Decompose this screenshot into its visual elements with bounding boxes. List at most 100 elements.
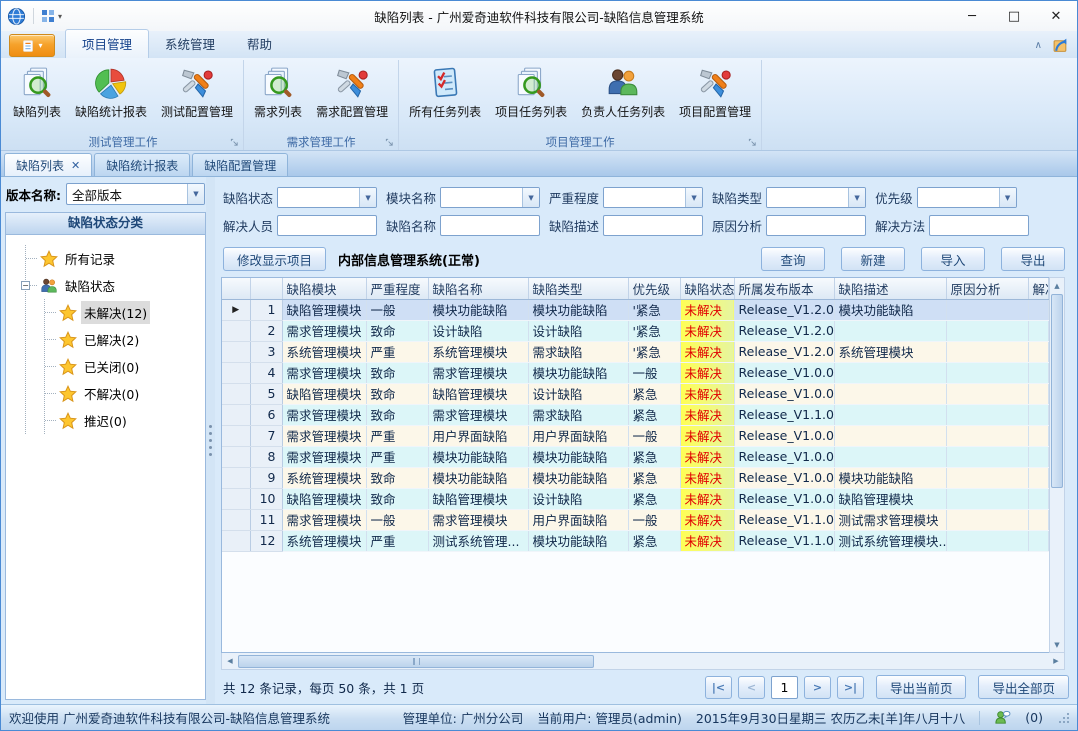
defect-description-filter-input[interactable]: [603, 215, 703, 236]
test-config-management-button[interactable]: 测试配置管理: [154, 63, 240, 121]
table-row[interactable]: 3系统管理模块严重系统管理模块需求缺陷'紧急未解决Release_V1.2.0系…: [222, 341, 1048, 362]
defect-status-filter-value[interactable]: [278, 188, 359, 207]
document-tab-defect-config-management[interactable]: 缺陷配置管理: [192, 153, 288, 176]
scroll-down-icon[interactable]: ▼: [1050, 637, 1064, 652]
document-tab-defect-stats-report[interactable]: 缺陷统计报表: [94, 153, 190, 176]
version-dropdown-button[interactable]: ▼: [187, 184, 204, 204]
module-name-filter-combo[interactable]: ▼: [440, 187, 540, 208]
column-header-defect-name[interactable]: 缺陷名称: [428, 278, 528, 299]
tree-item-postponed[interactable]: 推迟(0): [45, 407, 201, 434]
column-header-priority[interactable]: 优先级: [628, 278, 680, 299]
tree-item-all-records[interactable]: 所有记录: [26, 245, 201, 272]
export-current-page-button[interactable]: 导出当前页: [876, 675, 967, 699]
module-name-dropdown-button[interactable]: ▼: [522, 188, 539, 207]
resize-grip[interactable]: [1059, 713, 1069, 723]
vertical-scroll-thumb[interactable]: [1051, 294, 1063, 488]
quick-access-toolbar-button[interactable]: ▾: [41, 9, 62, 23]
table-row[interactable]: ▶1缺陷管理模块一般模块功能缺陷模块功能缺陷'紧急未解决Release_V1.2…: [222, 299, 1048, 320]
table-row[interactable]: 7需求管理模块严重用户界面缺陷用户界面缺陷一般未解决Release_V1.0.0: [222, 425, 1048, 446]
priority-filter-combo[interactable]: ▼: [917, 187, 1017, 208]
collapse-icon[interactable]: −: [21, 281, 30, 290]
resolver-filter-input[interactable]: [277, 215, 377, 236]
modify-display-items-button[interactable]: 修改显示项目: [223, 247, 326, 271]
document-tab-defect-list[interactable]: 缺陷列表✕: [4, 153, 92, 176]
import-button[interactable]: 导入: [921, 247, 985, 271]
scroll-right-icon[interactable]: ▶: [1048, 653, 1064, 669]
query-button[interactable]: 查询: [761, 247, 825, 271]
dialog-launcher-icon[interactable]: [385, 138, 394, 147]
priority-dropdown-button[interactable]: ▼: [999, 188, 1016, 207]
project-config-management-button[interactable]: 项目配置管理: [672, 63, 758, 121]
sidebar-splitter[interactable]: [206, 177, 215, 704]
column-header-defect-description[interactable]: 缺陷描述: [834, 278, 946, 299]
column-header-defect-module[interactable]: 缺陷模块: [282, 278, 366, 299]
table-row[interactable]: 10缺陷管理模块致命缺陷管理模块设计缺陷紧急未解决Release_V1.0.0缺…: [222, 488, 1048, 509]
column-header-release-version[interactable]: 所属发布版本: [734, 278, 834, 299]
dialog-launcher-icon[interactable]: [748, 138, 757, 147]
priority-filter-value[interactable]: [918, 188, 999, 207]
table-row[interactable]: 4需求管理模块致命需求管理模块模块功能缺陷一般未解决Release_V1.0.0: [222, 362, 1048, 383]
page-number-input[interactable]: [771, 676, 798, 699]
severity-filter-combo[interactable]: ▼: [603, 187, 703, 208]
column-header-severity[interactable]: 严重程度: [366, 278, 428, 299]
table-row[interactable]: 11需求管理模块一般需求管理模块用户界面缺陷一般未解决Release_V1.1.…: [222, 509, 1048, 530]
requirement-list-button[interactable]: 需求列表: [247, 63, 309, 121]
cause-analysis-filter-input[interactable]: [766, 215, 866, 236]
table-row[interactable]: 6需求管理模块致命需求管理模块需求缺陷紧急未解决Release_V1.1.0: [222, 404, 1048, 425]
project-tasks-list-button[interactable]: 项目任务列表: [488, 63, 574, 121]
ribbon-tab-project-management[interactable]: 项目管理: [65, 29, 149, 58]
all-tasks-list-button[interactable]: 所有任务列表: [402, 63, 488, 121]
create-button[interactable]: 新建: [841, 247, 905, 271]
tree-item-unresolved[interactable]: 未解决(12): [45, 299, 201, 326]
minimize-button[interactable]: ─: [951, 1, 993, 31]
collapse-ribbon-icon[interactable]: ∧: [1035, 40, 1042, 51]
severity-dropdown-button[interactable]: ▼: [685, 188, 702, 207]
severity-filter-value[interactable]: [604, 188, 685, 207]
message-user-icon[interactable]: [994, 709, 1011, 726]
style-switch-icon[interactable]: [1052, 37, 1069, 54]
version-select[interactable]: 全部版本 ▼: [66, 183, 205, 205]
tree-item-closed[interactable]: 已关闭(0): [45, 353, 201, 380]
module-name-filter-value[interactable]: [441, 188, 522, 207]
column-header-defect-status[interactable]: 缺陷状态: [680, 278, 734, 299]
scroll-up-icon[interactable]: ▲: [1050, 278, 1064, 293]
requirement-config-management-button[interactable]: 需求配置管理: [309, 63, 395, 121]
vertical-scrollbar[interactable]: ▲ ▼: [1049, 277, 1065, 653]
table-row[interactable]: 12系统管理模块严重测试系统管理...模块功能缺陷紧急未解决Release_V1…: [222, 530, 1048, 551]
close-button[interactable]: ✕: [1035, 1, 1077, 31]
table-row[interactable]: 5缺陷管理模块致命缺陷管理模块设计缺陷紧急未解决Release_V1.0.0: [222, 383, 1048, 404]
horizontal-scroll-thumb[interactable]: [238, 655, 594, 668]
horizontal-scrollbar[interactable]: ◀ ▶: [221, 653, 1065, 670]
ribbon-tab-help[interactable]: 帮助: [231, 30, 288, 58]
defect-status-dropdown-button[interactable]: ▼: [359, 188, 376, 207]
defect-type-dropdown-button[interactable]: ▼: [848, 188, 865, 207]
defect-name-filter-input[interactable]: [440, 215, 540, 236]
column-header-defect-type[interactable]: 缺陷类型: [528, 278, 628, 299]
defect-list-button[interactable]: 缺陷列表: [6, 63, 68, 121]
first-page-button[interactable]: |<: [705, 676, 732, 699]
prev-page-button[interactable]: <: [738, 676, 765, 699]
defect-type-filter-combo[interactable]: ▼: [766, 187, 866, 208]
export-button[interactable]: 导出: [1001, 247, 1065, 271]
last-page-button[interactable]: >|: [837, 676, 864, 699]
dialog-launcher-icon[interactable]: [230, 138, 239, 147]
maximize-button[interactable]: □: [993, 1, 1035, 31]
defect-stats-report-button[interactable]: 缺陷统计报表: [68, 63, 154, 121]
table-row[interactable]: 9系统管理模块致命模块功能缺陷模块功能缺陷紧急未解决Release_V1.0.0…: [222, 467, 1048, 488]
export-all-pages-button[interactable]: 导出全部页: [978, 675, 1069, 699]
close-tab-icon[interactable]: ✕: [71, 159, 80, 172]
ribbon-tab-system-management[interactable]: 系统管理: [149, 30, 231, 58]
defect-status-filter-combo[interactable]: ▼: [277, 187, 377, 208]
tree-item-resolved[interactable]: 已解决(2): [45, 326, 201, 353]
solution-filter-input[interactable]: [929, 215, 1029, 236]
tree-item-wont-fix[interactable]: 不解决(0): [45, 380, 201, 407]
defect-type-filter-value[interactable]: [767, 188, 848, 207]
application-menu-button[interactable]: ▾: [9, 34, 55, 57]
table-row[interactable]: 2需求管理模块致命设计缺陷设计缺陷'紧急未解决Release_V1.2.0: [222, 320, 1048, 341]
scroll-left-icon[interactable]: ◀: [222, 653, 238, 669]
tree-item-defect-status[interactable]: −缺陷状态: [26, 272, 201, 299]
owner-tasks-list-button[interactable]: 负责人任务列表: [574, 63, 672, 121]
table-row[interactable]: 8需求管理模块严重模块功能缺陷模块功能缺陷紧急未解决Release_V1.0.0: [222, 446, 1048, 467]
next-page-button[interactable]: >: [804, 676, 831, 699]
column-header-cause-analysis[interactable]: 原因分析: [946, 278, 1028, 299]
